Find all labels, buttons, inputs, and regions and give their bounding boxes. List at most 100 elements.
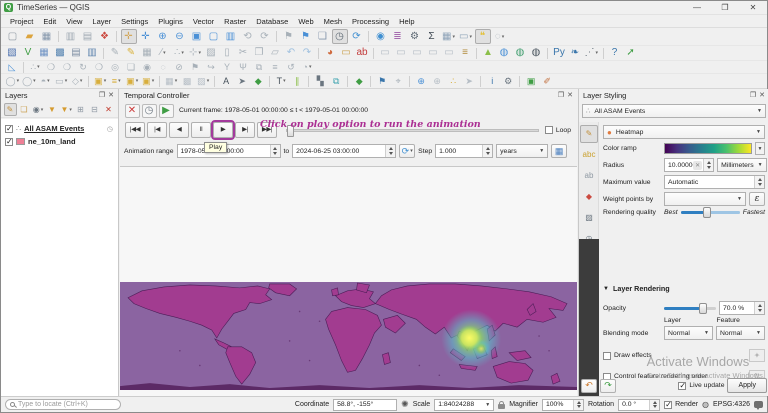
panel-float-icon[interactable]: ❐ — [99, 92, 105, 99]
filter-legend-icon[interactable]: ▼ — [46, 103, 59, 116]
expand-all-icon[interactable]: ⊞ — [74, 103, 87, 116]
map-tips-icon[interactable]: ❝ — [475, 29, 491, 44]
effects-options-icon[interactable]: ✦ — [749, 349, 765, 362]
render-checkbox[interactable] — [664, 401, 672, 409]
blend-layer-combo[interactable]: Normal▼ — [664, 326, 713, 340]
new-shape-green-icon[interactable]: ◆ — [251, 74, 266, 88]
fixed-range-navigation-icon[interactable]: ◷ — [142, 104, 157, 118]
zoom-out-icon[interactable]: ⊖ — [172, 29, 188, 44]
redo-icon[interactable]: ↷ — [300, 46, 315, 60]
crs-globe-icon[interactable]: ◍ — [702, 400, 709, 409]
rotation-input[interactable]: 0.0 ° — [618, 399, 660, 411]
change-label-properties-icon[interactable]: ▭ — [442, 46, 457, 60]
info-tool-icon[interactable]: i — [485, 74, 500, 88]
select-features-icon[interactable]: ▣▾ — [93, 74, 108, 88]
open-layer-styling-icon[interactable]: ✎ — [4, 103, 17, 116]
zoom-to-selection-icon[interactable]: ▢ — [206, 29, 222, 44]
world-map[interactable] — [120, 282, 577, 390]
locator-search-input[interactable]: Type to locate (Ctrl+K) — [5, 399, 121, 410]
rotate-label-icon[interactable]: ▭ — [426, 46, 441, 60]
digitize-points-icon[interactable]: ∴▾ — [172, 46, 187, 60]
menu-item[interactable]: Raster — [219, 17, 251, 26]
add-delimited-text-icon[interactable]: ▤ — [69, 46, 84, 60]
rotate-point-symbols-icon[interactable]: ↺ — [284, 60, 299, 74]
open-table-selected-icon[interactable]: ▦▾ — [164, 74, 179, 88]
redo-style-button[interactable]: ↷ — [600, 379, 616, 393]
rendering-quality-slider[interactable] — [681, 211, 740, 214]
map-cursor-icon[interactable]: ➤ — [235, 74, 250, 88]
zoom-point-gray-icon[interactable]: ⊕ — [430, 74, 445, 88]
plugin-tool-icon[interactable]: ❧ — [568, 46, 583, 60]
cad-tools-icon[interactable]: ◺ — [5, 60, 20, 74]
copy-features-icon[interactable]: ❐ — [252, 46, 267, 60]
step-back-icon[interactable]: |◀ — [147, 122, 167, 138]
layer-labeling-options-icon[interactable]: ▭ — [339, 46, 354, 60]
menu-item[interactable]: Help — [394, 17, 419, 26]
draw-circle-icon[interactable]: ◯▾ — [5, 74, 21, 88]
menu-item[interactable]: Processing — [347, 17, 394, 26]
rotate-feature-icon[interactable]: ↻ — [76, 60, 91, 74]
sum-features-icon[interactable]: Σ — [424, 29, 440, 44]
delete-ring-icon[interactable]: ◌ — [156, 60, 171, 74]
merge-features-icon[interactable]: ⧉ — [252, 60, 267, 74]
add-part-icon[interactable]: ❏ — [124, 60, 139, 74]
blue-pin-icon[interactable]: ⚑ — [375, 74, 390, 88]
raster-histogram-icon[interactable]: ▨▾ — [196, 74, 211, 88]
blend-feature-combo[interactable]: Normal▼ — [716, 326, 765, 340]
new-print-layout-icon[interactable]: ▥ — [63, 29, 79, 44]
draw-rectangle-icon[interactable]: ▭▾ — [54, 74, 69, 88]
symbology-icon[interactable]: ✎ — [580, 125, 598, 143]
highlight-pinned-labels-icon[interactable]: ▭ — [394, 46, 409, 60]
panel-float-icon[interactable]: ❐ — [750, 92, 756, 99]
opacity-input[interactable]: 70.0 % — [719, 301, 765, 315]
add-vector-layer-icon[interactable]: V — [21, 46, 36, 60]
measure-colorful-icon[interactable]: ✐ — [540, 74, 555, 88]
animated-navigation-icon[interactable]: ▶ — [159, 104, 174, 118]
split-features-icon[interactable]: Y — [220, 60, 235, 74]
text-tool-icon[interactable]: T▾ — [274, 74, 289, 88]
radius-unit-combo[interactable]: Millimeters▼ — [717, 158, 766, 172]
menu-item[interactable]: Web — [293, 17, 318, 26]
filter-by-expression-icon[interactable]: ▼▾ — [60, 103, 73, 116]
zoom-next-icon[interactable]: ⟳ — [257, 29, 273, 44]
identify-features-icon[interactable]: ◉ — [373, 29, 389, 44]
zoom-to-layer-icon[interactable]: ▥ — [223, 29, 239, 44]
renderer-combo[interactable]: ● Heatmap▼ — [603, 125, 765, 139]
minimize-button[interactable]: — — [683, 1, 711, 14]
copy-move-feature-icon[interactable]: ❍ — [60, 60, 75, 74]
python-console-icon[interactable]: Py — [552, 46, 567, 60]
paste-features-icon[interactable]: ▱ — [268, 46, 283, 60]
manage-map-themes-icon[interactable]: ◉▾ — [32, 103, 45, 116]
zoom-last-icon[interactable]: ⟲ — [240, 29, 256, 44]
weight-points-combo[interactable]: ▼ — [664, 192, 746, 206]
annotation-slash-icon[interactable]: ∥ — [290, 74, 305, 88]
nominatim-search-icon[interactable]: ◌▾ — [492, 29, 508, 44]
pan-map-icon[interactable]: ✛ — [121, 29, 137, 44]
pan-to-selection-icon[interactable]: ✛ — [138, 29, 154, 44]
panel-close-icon[interactable]: ✕ — [759, 92, 765, 99]
fill-ring-icon[interactable]: ◉ — [140, 60, 155, 74]
delete-part-icon[interactable]: ⊘ — [172, 60, 187, 74]
coordinate-input[interactable]: 58.8°, -155° — [333, 399, 397, 411]
web-globe-dark-icon[interactable]: ◍ — [529, 46, 544, 60]
layer-checkbox[interactable] — [5, 138, 13, 146]
opacity-slider[interactable] — [664, 307, 716, 310]
expression-builder-button[interactable]: ε — [749, 192, 765, 206]
zoom-full-icon[interactable]: ▣ — [189, 29, 205, 44]
offset-curve-icon[interactable]: ↪ — [204, 60, 219, 74]
simplify-feature-icon[interactable]: ❍ — [92, 60, 107, 74]
show-bookmarks-icon[interactable]: ⚑ — [298, 29, 314, 44]
layers-teal-icon[interactable]: ⧉ — [329, 74, 344, 88]
zoom-point-blue-icon[interactable]: ⊕ — [414, 74, 429, 88]
messages-icon[interactable] — [754, 401, 763, 408]
statistical-summary-icon[interactable]: ≣ — [390, 29, 406, 44]
split-parts-icon[interactable]: Ψ — [236, 60, 251, 74]
radius-input[interactable]: 10.000000 ✕ — [664, 158, 714, 172]
move-label-icon[interactable]: ▭ — [410, 46, 425, 60]
save-project-icon[interactable]: ▦ — [39, 29, 55, 44]
refresh-map-icon[interactable]: ⟳ — [349, 29, 365, 44]
pin-labels-icon[interactable]: ▭ — [378, 46, 393, 60]
refresh-range-button[interactable]: ⟳▾ — [399, 144, 415, 158]
masks-icon[interactable]: ab — [580, 167, 598, 185]
open-data-source-manager-icon[interactable]: ▧ — [5, 46, 20, 60]
